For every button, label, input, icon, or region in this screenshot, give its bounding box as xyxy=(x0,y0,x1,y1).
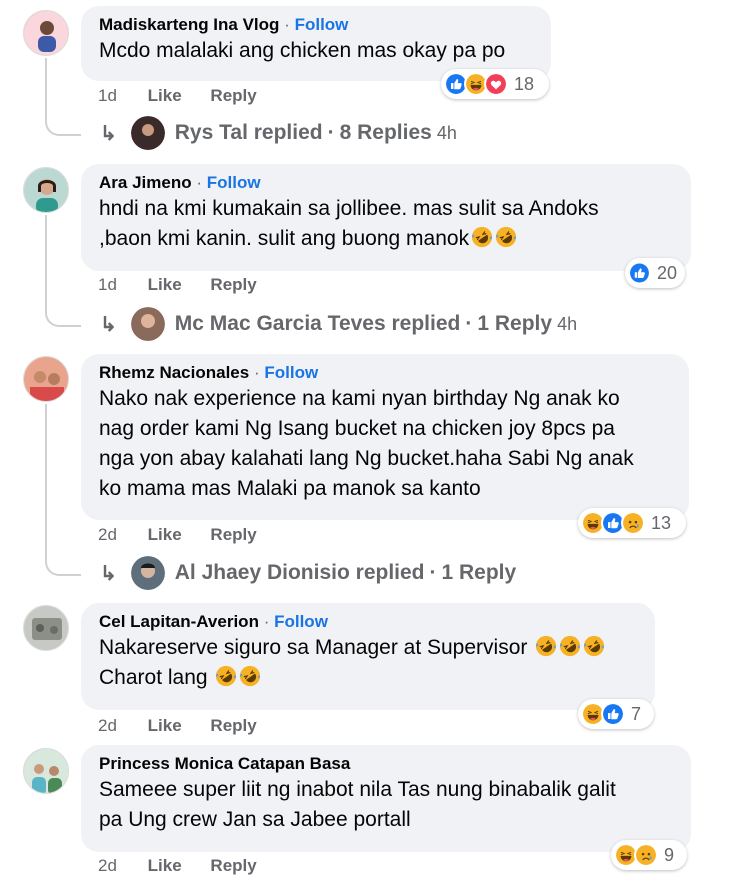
rofl-emoji-icon xyxy=(559,635,581,657)
follow-button[interactable]: Follow xyxy=(274,612,328,631)
reply-time: 4h xyxy=(436,122,457,143)
reply-arrow-icon: ↳ xyxy=(100,122,117,145)
comment-text: Mcdo malalaki ang chicken mas okay pa po xyxy=(99,39,506,62)
replies-count: 1 Reply xyxy=(441,561,517,584)
comment-text: Nako nak experience na kami nyan birthda… xyxy=(99,387,620,410)
replier-name: Rys Tal replied xyxy=(174,121,323,144)
sad-icon xyxy=(634,843,658,867)
reactions-summary[interactable]: 20 xyxy=(625,258,685,288)
replies-count: 1 Reply xyxy=(477,312,553,335)
replier-name: Al Jhaey Dionisio replied xyxy=(174,561,425,584)
comment-author[interactable]: Ara Jimeno xyxy=(99,173,192,192)
comment-text-line: ,baon kmi kanin. sulit ang buong manok xyxy=(99,224,673,254)
avatar[interactable] xyxy=(23,10,69,56)
reaction-count: 9 xyxy=(664,844,675,865)
thread-line xyxy=(45,58,81,136)
comment-time[interactable]: 2d xyxy=(98,856,117,875)
reply-button[interactable]: Reply xyxy=(210,716,256,735)
separator-dot: · xyxy=(253,363,260,382)
avatar[interactable] xyxy=(23,167,69,213)
reply-button[interactable]: Reply xyxy=(210,275,256,294)
like-button[interactable]: Like xyxy=(148,716,182,735)
follow-button[interactable]: Follow xyxy=(207,173,261,192)
follow-button[interactable]: Follow xyxy=(295,15,349,34)
comment-time[interactable]: 2d xyxy=(98,716,117,735)
separator-dot: · xyxy=(429,561,437,584)
love-icon xyxy=(484,72,508,96)
comment-text: Sameee super liit ng inabot nila Tas nun… xyxy=(99,778,616,801)
comment-actions: 1d Like Reply xyxy=(98,86,257,106)
like-button[interactable]: Like xyxy=(148,86,182,105)
view-replies-link[interactable]: ↳ Rys Tal replied · 8 Replies 4h xyxy=(100,116,457,150)
reaction-count: 18 xyxy=(514,73,535,94)
comment-text: nga yon abay kalahati lang Ng bucket.hah… xyxy=(99,447,634,470)
rofl-emoji-icon xyxy=(495,226,517,248)
comment-text: hndi na kmi kumakain sa jollibee. mas su… xyxy=(99,197,599,220)
thread-line xyxy=(45,404,81,576)
separator-dot: · xyxy=(196,173,202,192)
reply-button[interactable]: Reply xyxy=(210,856,256,875)
comment-text: pa Ung crew Jan sa Jabee portall xyxy=(99,808,411,831)
reply-arrow-icon: ↳ xyxy=(100,562,117,585)
comment-author[interactable]: Cel Lapitan-Averion xyxy=(99,612,259,631)
comment-time[interactable]: 1d xyxy=(98,86,117,105)
avatar[interactable] xyxy=(23,605,69,651)
separator-dot: · xyxy=(284,15,290,34)
reaction-count: 20 xyxy=(656,262,677,283)
reply-button[interactable]: Reply xyxy=(210,525,256,544)
comment-time[interactable]: 2d xyxy=(98,525,117,544)
reactions-summary[interactable]: 9 xyxy=(611,840,687,870)
separator-dot: · xyxy=(327,121,335,144)
like-button[interactable]: Like xyxy=(148,275,182,294)
comment-actions: 2d Like Reply xyxy=(98,856,257,876)
like-icon xyxy=(628,261,651,285)
like-button[interactable]: Like xyxy=(148,856,182,875)
avatar[interactable] xyxy=(23,748,69,794)
view-replies-link[interactable]: ↳ Mc Mac Garcia Teves replied · 1 Reply … xyxy=(100,307,577,341)
reactions-summary[interactable]: 18 xyxy=(441,69,549,99)
rofl-emoji-icon xyxy=(583,635,605,657)
view-replies-link[interactable]: ↳ Al Jhaey Dionisio replied · 1 Reply xyxy=(100,556,516,590)
sad-icon xyxy=(621,511,645,535)
comment-bubble: Princess Monica Catapan Basa Sameee supe… xyxy=(81,745,691,852)
separator-dot: · xyxy=(465,312,473,335)
comment-time[interactable]: 1d xyxy=(98,275,117,294)
avatar xyxy=(130,556,165,590)
comment-actions: 1d Like Reply xyxy=(98,275,257,295)
comment-bubble: Cel Lapitan-Averion · Follow Nakareserve… xyxy=(81,603,655,710)
reply-arrow-icon: ↳ xyxy=(100,313,117,336)
comment-bubble: Ara Jimeno · Follow hndi na kmi kumakain… xyxy=(81,164,691,271)
avatar xyxy=(130,116,165,150)
comment-text: ko mama mas Malaki pa manok sa kanto xyxy=(99,477,481,500)
separator-dot: · xyxy=(263,612,270,631)
comment-text-line: Nakareserve siguro sa Manager at Supervi… xyxy=(99,633,637,663)
reply-button[interactable]: Reply xyxy=(210,86,256,105)
comment-bubble: Rhemz Nacionales · Follow Nako nak exper… xyxy=(81,354,689,520)
comment-author[interactable]: Rhemz Nacionales xyxy=(99,363,249,382)
like-button[interactable]: Like xyxy=(148,525,182,544)
reaction-count: 13 xyxy=(651,512,672,533)
rofl-emoji-icon xyxy=(535,635,557,657)
follow-button[interactable]: Follow xyxy=(264,363,318,382)
reaction-count: 7 xyxy=(631,703,642,724)
comment-author[interactable]: Princess Monica Catapan Basa xyxy=(99,754,350,773)
comment-text: nag order kami Ng Isang bucket na chicke… xyxy=(99,417,615,440)
avatar xyxy=(130,307,165,341)
comment-text-line: Charot lang xyxy=(99,663,637,693)
rofl-emoji-icon xyxy=(471,226,493,248)
comment-actions: 2d Like Reply xyxy=(98,716,257,736)
comment-actions: 2d Like Reply xyxy=(98,525,257,545)
reactions-summary[interactable]: 7 xyxy=(578,699,654,729)
comment-author[interactable]: Madiskarteng Ina Vlog xyxy=(99,15,279,34)
reply-time: 4h xyxy=(557,313,578,334)
replier-name: Mc Mac Garcia Teves replied xyxy=(174,312,461,335)
reactions-summary[interactable]: 13 xyxy=(578,508,686,538)
rofl-emoji-icon xyxy=(215,665,237,687)
thread-line xyxy=(45,215,81,327)
like-icon xyxy=(601,702,625,726)
rofl-emoji-icon xyxy=(239,665,261,687)
avatar[interactable] xyxy=(23,356,69,402)
replies-count: 8 Replies xyxy=(339,121,432,144)
